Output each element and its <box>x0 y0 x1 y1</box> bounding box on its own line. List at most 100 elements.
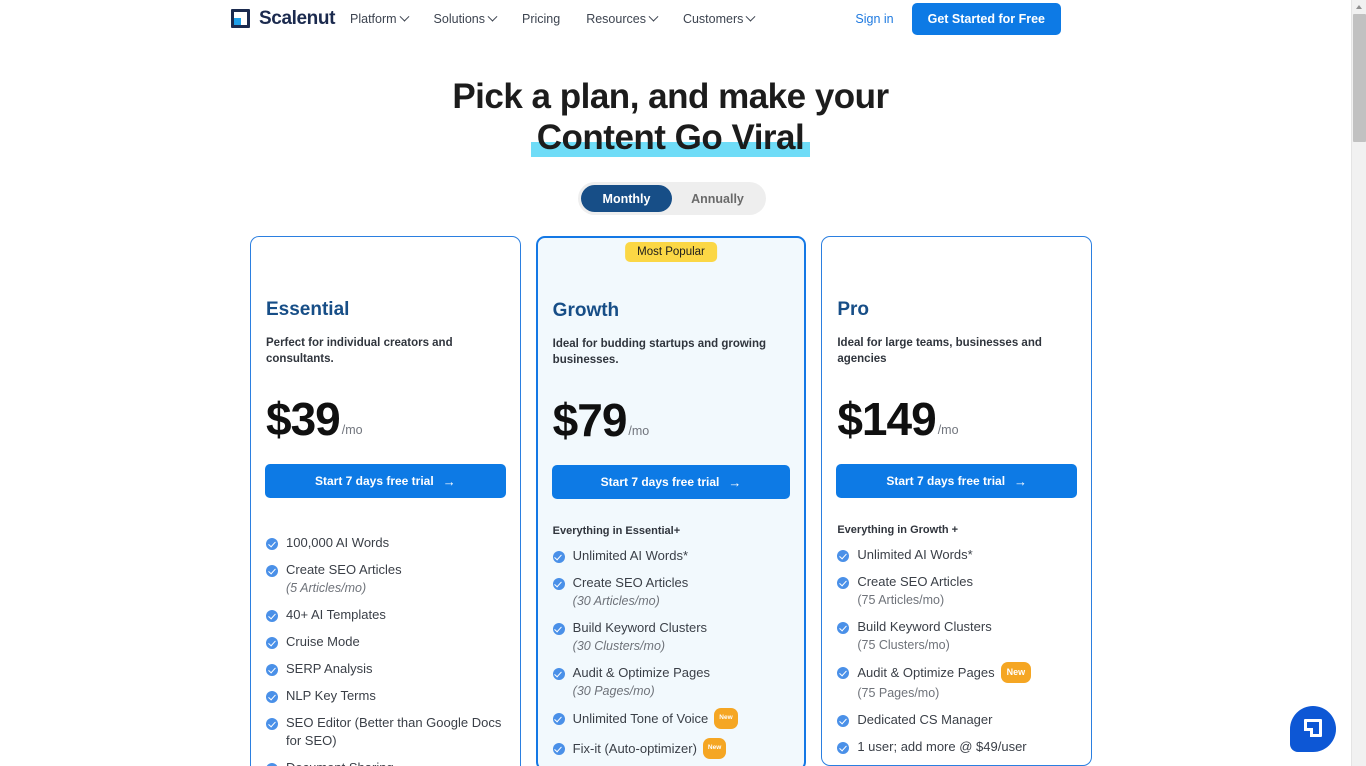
chevron-down-icon <box>487 11 498 22</box>
feature-label: Cruise Mode <box>286 634 360 649</box>
nav-item-platform[interactable]: Platform <box>350 11 409 26</box>
sign-in-link[interactable]: Sign in <box>855 12 893 26</box>
page-viewport: Scalenut Platform Solutions Pricing Reso… <box>0 0 1351 766</box>
arrow-right-icon: → <box>728 474 742 490</box>
feature-text-wrap: Build Keyword Clusters (30 Clusters/mo) <box>573 619 707 655</box>
nav-item-resources[interactable]: Resources <box>586 11 659 26</box>
feature-label: SEO Editor (Better than Google Docs for … <box>286 715 502 748</box>
feature-item: Document Sharing <box>265 759 506 766</box>
nav-item-label: Resources <box>586 12 646 26</box>
feature-label: Create SEO Articles <box>572 575 689 590</box>
feature-text-wrap: 40+ AI Templates <box>286 606 386 624</box>
feature-text-wrap: Fix-it (Auto-optimizer) New <box>572 738 727 760</box>
check-circle-icon <box>837 622 850 634</box>
feature-item: 40+ AI Templates <box>265 606 506 624</box>
billing-period-toggle[interactable]: Monthly Annually <box>578 182 766 215</box>
price-amount: $39 <box>266 393 341 445</box>
plan-price: $149/mo <box>836 396 1077 442</box>
feature-text-wrap: Unlimited Tone of Voice New <box>573 708 738 730</box>
start-free-trial-button[interactable]: Start 7 days free trial → <box>836 464 1078 498</box>
feature-sublabel: (30 Pages/mo) <box>572 684 655 698</box>
chevron-down-icon <box>648 11 659 22</box>
feature-label: Create SEO Articles <box>857 574 973 589</box>
feature-label: Dedicated CS Manager <box>857 712 993 727</box>
check-circle-icon <box>552 713 565 725</box>
feature-item: Unlimited AI Words* <box>552 547 791 565</box>
check-circle-icon <box>266 691 278 703</box>
hero-section: Pick a plan, and make your Content Go Vi… <box>0 76 1341 158</box>
feature-item: Dedicated CS Manager <box>836 711 1077 729</box>
brand-logo[interactable]: Scalenut <box>231 9 335 28</box>
check-circle-icon <box>266 718 278 730</box>
check-circle-icon <box>266 664 278 676</box>
nav-item-label: Pricing <box>521 12 561 26</box>
feature-label: 1 user; add more @ $49/user <box>857 739 1027 754</box>
start-free-trial-button[interactable]: Start 7 days free trial → <box>551 465 791 499</box>
feature-text-wrap: SERP Analysis <box>286 660 372 678</box>
feature-list: Unlimited AI Words* Create SEO Articles (3… <box>552 547 791 760</box>
feature-text-wrap: Document Sharing <box>286 759 394 766</box>
check-circle-icon <box>837 715 850 727</box>
chat-widget-button[interactable] <box>1290 706 1336 752</box>
start-free-trial-label: Start 7 days free trial <box>314 474 434 488</box>
check-circle-icon <box>552 578 565 590</box>
feature-text-wrap: Create SEO Articles (5 Articles/mo) <box>286 561 402 597</box>
check-circle-icon <box>837 742 850 754</box>
get-started-button[interactable]: Get Started for Free <box>911 3 1061 35</box>
feature-item: 1 user; add more @ $49/user <box>836 738 1077 756</box>
feature-sublabel: (5 Articles/mo) <box>286 581 367 595</box>
plan-includes-note: Everything in Essential+ <box>552 525 681 537</box>
feature-text-wrap: Build Keyword Clusters (75 Clusters/mo) <box>857 618 991 654</box>
check-circle-icon <box>552 623 565 635</box>
feature-text-wrap: Audit & Optimize Pages New (75 Pages/mo) <box>857 662 1032 702</box>
feature-label: Fix-it (Auto-optimizer) <box>572 740 697 756</box>
pricing-card-essential: Essential Perfect for individual creators… <box>250 236 521 766</box>
feature-text-wrap: Audit & Optimize Pages (30 Pages/mo) <box>573 664 710 700</box>
most-popular-badge: Most Popular <box>625 242 717 262</box>
navbar-actions: Sign in Get Started for Free <box>855 0 1061 38</box>
feature-sublabel: (30 Articles/mo) <box>572 594 660 608</box>
feature-label: Unlimited AI Words* <box>572 548 689 563</box>
plan-description: Ideal for budding startups and growing b… <box>552 338 767 366</box>
arrow-right-icon: → <box>442 473 456 489</box>
plan-name: Growth <box>552 300 620 321</box>
start-free-trial-label: Start 7 days free trial <box>886 474 1006 488</box>
check-circle-icon <box>266 610 278 622</box>
arrow-right-icon: → <box>1014 473 1028 489</box>
check-circle-icon <box>266 565 278 577</box>
plan-price: $79/mo <box>552 397 791 443</box>
page-title-line-1: Pick a plan, and make your <box>452 77 889 116</box>
scalenut-chat-icon-notch <box>1304 728 1313 737</box>
toggle-option-annually[interactable]: Annually <box>672 185 763 212</box>
feature-text-wrap: Create SEO Articles (75 Articles/mo) <box>857 573 973 609</box>
chevron-down-icon <box>399 11 409 22</box>
feature-item: Audit & Optimize Pages New (75 Pages/mo) <box>836 662 1077 702</box>
feature-list: Unlimited AI Words* Create SEO Articles (7… <box>836 546 1077 756</box>
pricing-card-growth: Most Popular Growth Ideal for budding star… <box>535 236 807 766</box>
price-period: /mo <box>937 423 959 437</box>
scroll-up-arrow-icon[interactable] <box>1352 0 1366 14</box>
feature-label: 100,000 AI Words <box>286 535 390 550</box>
nav-item-pricing[interactable]: Pricing <box>522 12 560 26</box>
feature-text-wrap: Unlimited AI Words* <box>573 547 688 565</box>
nav-item-solutions[interactable]: Solutions <box>434 11 498 26</box>
toggle-option-monthly[interactable]: Monthly <box>581 185 672 212</box>
check-circle-icon <box>837 577 850 589</box>
nav-item-customers[interactable]: Customers <box>683 11 756 26</box>
check-circle-icon <box>837 550 850 562</box>
check-circle-icon <box>266 637 278 649</box>
price-period: /mo <box>628 424 650 438</box>
feature-label: Create SEO Articles <box>286 562 402 577</box>
start-free-trial-button[interactable]: Start 7 days free trial → <box>265 464 506 498</box>
start-free-trial-label: Start 7 days free trial <box>600 475 720 489</box>
pricing-page: Scalenut Platform Solutions Pricing Reso… <box>0 0 1366 766</box>
feature-text-wrap: SEO Editor (Better than Google Docs for … <box>286 714 506 750</box>
check-circle-icon <box>552 551 565 563</box>
scrollbar-thumb[interactable] <box>1353 14 1366 142</box>
vertical-scrollbar[interactable] <box>1351 0 1366 766</box>
page-title-line-2-highlighted: Content Go Viral <box>530 118 810 157</box>
plan-includes-note: Everything in Growth + <box>837 524 959 536</box>
feature-item: Fix-it (Auto-optimizer) New <box>552 738 791 760</box>
check-circle-icon <box>837 667 850 679</box>
feature-list: 100,000 AI Words Create SEO Articles (5 Ar… <box>265 534 506 766</box>
